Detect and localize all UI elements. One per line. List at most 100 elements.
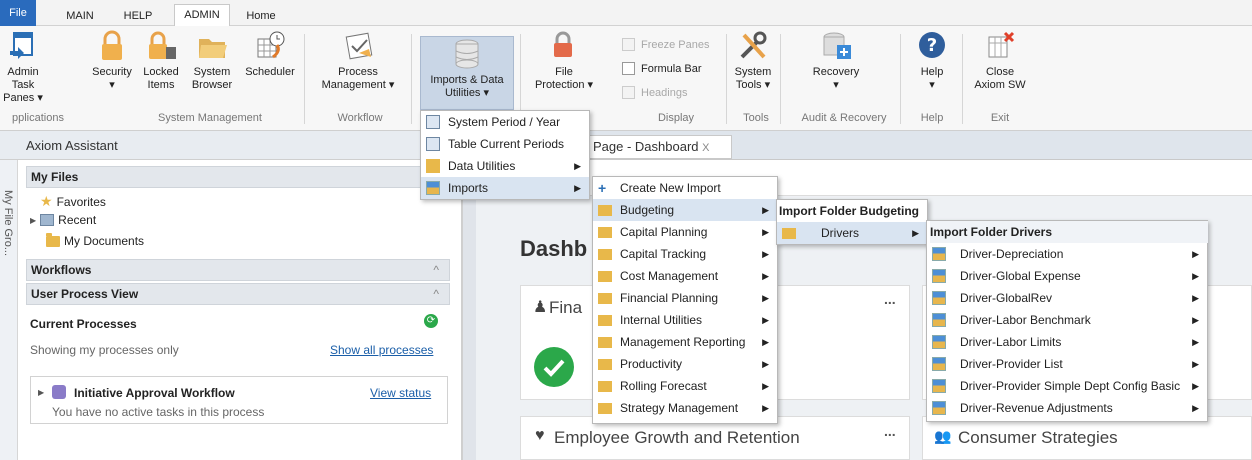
menu-item-budgeting[interactable]: Budgeting ▶ [593,199,777,221]
freeze-panes-checkbox[interactable]: Freeze Panes [622,38,709,51]
menu-item-cost-management[interactable]: Cost Management ▶ [593,265,777,287]
tab-main[interactable]: MAIN [60,6,100,26]
formula-bar-checkbox[interactable]: Formula Bar [622,62,702,75]
chevron-right-icon: ▶ [1192,381,1199,391]
menu-item-strategy-management[interactable]: Strategy Management ▶ [593,397,777,419]
workflows-section[interactable]: Workflows ^ [26,259,450,281]
menu-item-capital-planning[interactable]: Capital Planning ▶ [593,221,777,243]
menu-item-financial-planning[interactable]: Financial Planning ▶ [593,287,777,309]
imports-label: Imports & Data [430,74,504,86]
group-workflow: Workflow [337,112,383,124]
menu-item-driver-global-expense[interactable]: Driver-Global Expense ▶ [927,265,1207,287]
menu-item-create-new-import[interactable]: + Create New Import [593,177,777,199]
drivers-submenu: Import Folder Drivers Driver-Depreciatio… [926,220,1208,422]
dashboard-document-tab[interactable]: Page - Dashboard X [588,135,732,159]
chevron-right-icon: ▶ [1192,293,1199,303]
menu-item-label: Driver-Provider Simple Dept Config Basic [960,379,1181,393]
menu-item-driver-globalrev[interactable]: Driver-GlobalRev ▶ [927,287,1207,309]
expand-icon[interactable]: ▶ [30,216,36,225]
utilities-icon [426,159,440,173]
chevron-right-icon: ▶ [1192,403,1199,413]
workflow-icon [52,385,66,399]
process-management-button[interactable]: Process Management ▾ [312,29,404,92]
separator [962,34,963,124]
collapse-icon[interactable]: ^ [433,284,439,304]
workflow-expand-icon[interactable]: ▶ [38,388,44,397]
chevron-right-icon: ▶ [762,205,769,215]
menu-item-data-utilities[interactable]: Data Utilities ▶ [421,155,589,177]
tab-home[interactable]: Home [240,6,282,26]
collapse-icon[interactable]: ^ [433,260,439,280]
user-process-view-section[interactable]: User Process View ^ [26,283,450,305]
imports-data-utilities-button[interactable]: Imports & Data Utilities ▾ [420,36,514,110]
locked-items-button[interactable]: Locked Items [140,29,182,92]
headings-checkbox[interactable]: Headings [622,86,687,99]
recovery-label: Recovery [812,66,860,78]
menu-item-internal-utilities[interactable]: Internal Utilities ▶ [593,309,777,331]
menu-item-driver-labor-benchmark[interactable]: Driver-Labor Benchmark ▶ [927,309,1207,331]
freeze-panes-label: Freeze Panes [641,38,710,51]
my-documents-item[interactable]: My Documents [46,232,144,248]
chevron-right-icon: ▶ [912,228,919,238]
separator [411,34,412,124]
import-icon [932,357,946,371]
tab-file[interactable]: File [0,0,36,26]
menu-item-productivity[interactable]: Productivity ▶ [593,353,777,375]
help-button[interactable]: ? Help ▾ [912,29,952,92]
close-axiom-button[interactable]: Close Axiom SW [968,29,1032,92]
menu-item-label: Financial Planning [620,291,719,305]
chevron-right-icon: ▶ [762,227,769,237]
scheduler-button[interactable]: Scheduler [242,29,298,79]
show-all-processes-link[interactable]: Show all processes [330,343,433,357]
menu-item-label: Management Reporting [620,335,746,349]
system-tools-button[interactable]: System Tools ▾ [732,29,774,92]
menu-item-driver-revenue-adjustments[interactable]: Driver-Revenue Adjustments ▶ [927,397,1207,419]
chevron-right-icon: ▶ [1192,315,1199,325]
menu-item-drivers[interactable]: Drivers ▶ [777,222,927,244]
process-icon [341,29,375,63]
locked-label-2: Items [147,79,175,91]
menu-item-management-reporting[interactable]: Management Reporting ▶ [593,331,777,353]
financial-card-title: Fina [549,298,583,317]
card-more-button[interactable]: ... [884,423,896,439]
menu-item-label: Create New Import [620,181,721,195]
system-browser-label: System [193,66,231,78]
my-files-section[interactable]: My Files [26,166,450,188]
menu-item-imports[interactable]: Imports ▶ [421,177,589,199]
tab-help[interactable]: HELP [118,6,158,26]
admin-task-panes-button[interactable]: Admin Task Panes ▾ [0,29,46,105]
file-protection-button[interactable]: File Protection ▾ [528,29,600,92]
database-add-icon [819,29,853,63]
menu-item-rolling-forecast[interactable]: Rolling Forecast ▶ [593,375,777,397]
tab-admin[interactable]: ADMIN [174,4,230,27]
import-icon [426,181,440,195]
menu-item-driver-labor-limits[interactable]: Driver-Labor Limits ▶ [927,331,1207,353]
scheduler-icon [253,29,287,63]
separator [726,34,727,124]
recovery-button[interactable]: Recovery ▾ [790,29,882,92]
chevron-right-icon: ▶ [762,337,769,347]
side-strip[interactable]: My File Gro... [0,160,18,460]
separator [304,34,305,124]
security-button[interactable]: Security ▾ [88,29,136,92]
admin-task-label-2: Panes ▾ [3,92,43,104]
refresh-icon[interactable]: ⟳ [424,314,438,328]
menu-item-driver-provider-list[interactable]: Driver-Provider List ▶ [927,353,1207,375]
menu-item-system-period[interactable]: System Period / Year [421,111,589,133]
close-icon[interactable]: X [702,142,709,154]
chevron-right-icon: ▶ [1192,337,1199,347]
separator [780,34,781,124]
view-status-link[interactable]: View status [370,386,431,400]
favorites-item[interactable]: ★ Favorites [40,193,106,210]
scheduler-label: Scheduler [245,66,295,78]
menu-item-capital-tracking[interactable]: Capital Tracking ▶ [593,243,777,265]
menu-item-table-current-periods[interactable]: Table Current Periods [421,133,589,155]
menu-item-driver-depreciation[interactable]: Driver-Depreciation ▶ [927,243,1207,265]
card-more-button[interactable]: ... [884,291,896,307]
system-browser-button[interactable]: System Browser [188,29,236,92]
my-files-title: My Files [31,170,79,184]
import-icon [932,247,946,261]
menu-item-label: Table Current Periods [448,137,565,151]
menu-item-driver-provider-simple[interactable]: Driver-Provider Simple Dept Config Basic… [927,375,1207,397]
recent-item[interactable]: ▶ Recent [30,213,96,227]
